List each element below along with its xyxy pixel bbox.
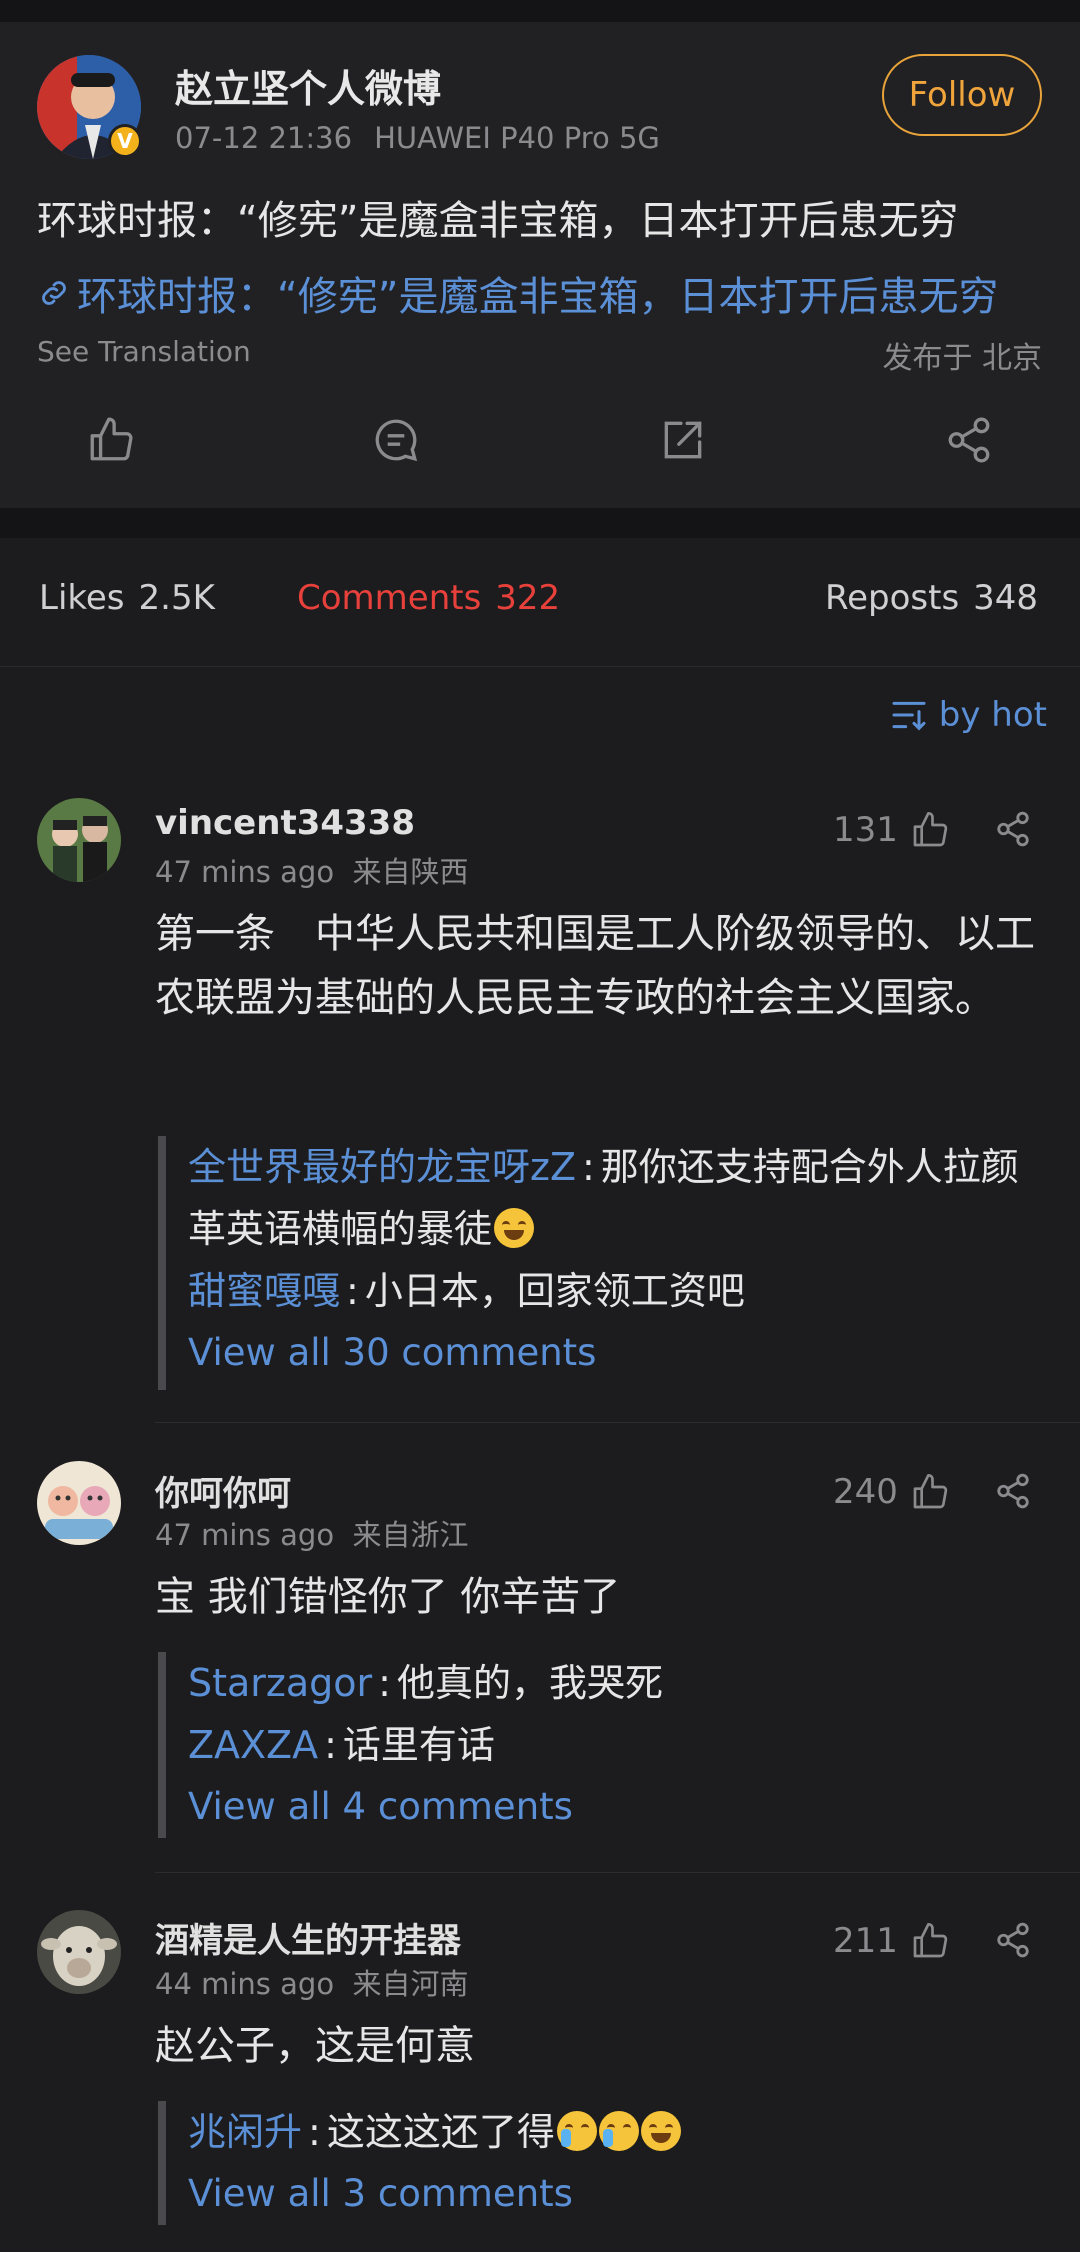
tab-likes-count: 2.5K <box>138 578 215 618</box>
reply-author[interactable]: 全世界最好的龙宝呀zZ <box>188 1145 576 1189</box>
comment-icon <box>375 419 418 462</box>
post-meta: 07-12 21:36 HUAWEI P40 Pro 5G <box>175 121 660 155</box>
reply-author[interactable]: Starzagor <box>188 1661 372 1705</box>
view-all-replies-link[interactable]: View all 30 comments <box>188 1322 1048 1384</box>
share-button[interactable] <box>941 412 997 468</box>
comment-like-count: 211 <box>833 1921 898 1961</box>
sort-icon <box>892 701 926 731</box>
post-article-link[interactable]: 环球时报：“修宪”是魔盒非宝箱，日本打开后患无穷 <box>37 264 998 322</box>
comment-time: 47 mins ago <box>155 1518 335 1552</box>
share-icon[interactable] <box>994 1472 1032 1510</box>
repost-button[interactable] <box>655 412 711 468</box>
laughing-emoji-icon <box>494 1208 535 1248</box>
reply-author[interactable]: 兆闲升 <box>188 2110 302 2154</box>
comment-text: 宝 我们错怪你了 你辛苦了 <box>155 1574 621 1620</box>
reply-item: ZAXZA: 话里有话 <box>188 1723 495 1767</box>
laughing-emoji-icon <box>640 2111 681 2151</box>
link-icon <box>42 281 66 305</box>
reply-item: 兆闲升: 这这这还了得 <box>188 2101 1048 2163</box>
commenter-name[interactable]: vincent34338 <box>155 803 415 843</box>
share-icon <box>948 417 990 463</box>
post-link-text: 环球时报：“修宪”是魔盒非宝箱，日本打开后患无穷 <box>77 274 999 320</box>
like-icon <box>913 812 948 847</box>
status-bar <box>0 0 1080 22</box>
comment-region: 来自河南 <box>352 1967 469 2001</box>
like-icon <box>913 1923 948 1958</box>
tab-comments-label: Comments <box>297 578 482 618</box>
comment-like-button[interactable]: 211 <box>833 1921 950 1961</box>
stats-tabs: Likes 2.5K Comments 322 Reposts 348 <box>0 538 1080 667</box>
like-button[interactable] <box>83 412 139 468</box>
commenter-name[interactable]: 你呵你呵 <box>155 1466 291 1515</box>
reply-thread: 全世界最好的龙宝呀zZ: 那你还支持配合外人拉颜革英语横幅的暴徒 甜蜜嘎嘎: 小日本… <box>158 1136 1048 1390</box>
share-icon[interactable] <box>994 1921 1032 1959</box>
follow-button[interactable]: Follow <box>882 54 1042 136</box>
post-author-name[interactable]: 赵立坚个人微博 <box>175 58 441 113</box>
reply-text: 他真的，我哭死 <box>396 1661 663 1705</box>
reply-thread: Starzagor: 他真的，我哭死 ZAXZA: 话里有话 View all 4 … <box>158 1652 1048 1838</box>
commenter-avatar[interactable] <box>37 1461 121 1545</box>
tab-reposts-label: Reposts <box>825 578 960 618</box>
comment-like-count: 240 <box>833 1472 898 1512</box>
comment-like-button[interactable]: 240 <box>833 1472 950 1512</box>
comment-time: 44 mins ago <box>155 1967 335 2001</box>
reply-author[interactable]: ZAXZA <box>188 1723 318 1767</box>
tab-comments[interactable]: Comments 322 <box>297 578 560 618</box>
comment-like-button[interactable]: 131 <box>833 810 950 850</box>
comment-divider <box>155 1872 1080 1873</box>
section-divider <box>0 508 1080 538</box>
comment-meta: 47 mins ago 来自陕西 <box>155 849 469 891</box>
tab-comments-count: 322 <box>495 578 561 618</box>
reply-thread: 兆闲升: 这这这还了得 View all 3 comments <box>158 2101 1048 2225</box>
comment-region: 来自浙江 <box>352 1518 469 1552</box>
comment-divider <box>155 1422 1080 1423</box>
sort-button[interactable]: by hot <box>889 695 1047 735</box>
like-icon <box>90 417 133 461</box>
commenter-name[interactable]: 酒精是人生的开挂器 <box>155 1913 461 1962</box>
tab-likes-label: Likes <box>39 578 125 618</box>
reply-author[interactable]: 甜蜜嘎嘎 <box>188 1269 340 1313</box>
tab-likes[interactable]: Likes 2.5K <box>39 578 215 618</box>
comment-like-count: 131 <box>833 810 898 850</box>
post-text: 环球时报：“修宪”是魔盒非宝箱，日本打开后患无穷 <box>37 198 959 244</box>
reply-text: 小日本，回家领工资吧 <box>364 1269 745 1313</box>
tab-reposts-count: 348 <box>973 578 1039 618</box>
tab-reposts[interactable]: Reposts 348 <box>825 578 1038 618</box>
crying-emoji-icon <box>556 2111 597 2151</box>
reply-text: 话里有话 <box>342 1723 495 1767</box>
comment-region: 来自陕西 <box>352 855 469 889</box>
post-device: HUAWEI P40 Pro 5G <box>374 121 660 155</box>
reply-item: 甜蜜嘎嘎: 小日本，回家领工资吧 <box>188 1269 745 1313</box>
sort-label: by hot <box>938 695 1047 735</box>
see-translation-link[interactable]: See Translation <box>37 335 251 368</box>
like-icon <box>913 1474 948 1509</box>
comment-meta: 47 mins ago 来自浙江 <box>155 1512 469 1554</box>
view-all-replies-link[interactable]: View all 4 comments <box>188 1776 1048 1838</box>
repost-icon <box>664 421 702 459</box>
post-date: 07-12 21:36 <box>175 121 353 155</box>
comment-meta: 44 mins ago 来自河南 <box>155 1961 469 2003</box>
reply-item: 全世界最好的龙宝呀zZ: 那你还支持配合外人拉颜革英语横幅的暴徒 <box>188 1145 1019 1251</box>
share-icon[interactable] <box>994 810 1032 848</box>
comment-text: 赵公子，这是何意 <box>155 2023 475 2069</box>
sobbing-emoji-icon <box>598 2111 639 2151</box>
commenter-avatar[interactable] <box>37 1910 121 1994</box>
comment-time: 47 mins ago <box>155 855 335 889</box>
comment-text: 第一条 中华人民共和国是工人阶级领导的、以工农联盟为基础的人民民主专政的社会主义… <box>155 911 1035 1021</box>
reply-text: 这这这还了得 <box>326 2110 555 2154</box>
verified-badge-icon: V <box>108 124 142 158</box>
comment-button[interactable] <box>368 412 424 468</box>
reply-item: Starzagor: 他真的，我哭死 <box>188 1661 663 1705</box>
commenter-avatar[interactable] <box>37 798 121 882</box>
post-location: 发布于 北京 <box>882 341 1042 376</box>
view-all-replies-link[interactable]: View all 3 comments <box>188 2163 1048 2225</box>
